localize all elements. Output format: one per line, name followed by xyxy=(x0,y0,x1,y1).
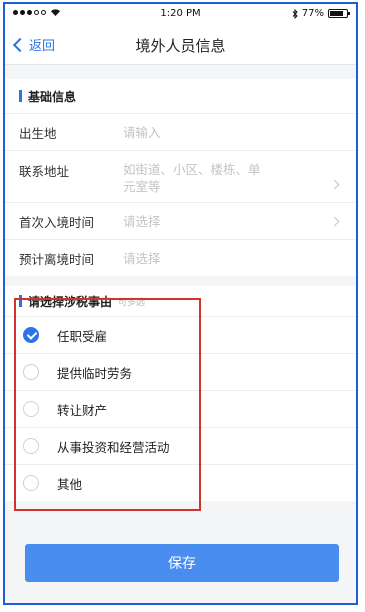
basic-info-title: 基础信息 xyxy=(28,89,77,104)
chevron-right-icon xyxy=(329,179,340,190)
address-input[interactable]: 如街道、小区、楼栋、单 元室等 xyxy=(123,161,261,195)
bluetooth-icon xyxy=(292,8,298,19)
chevron-right-icon xyxy=(329,216,340,226)
address-placeholder-line1: 如街道、小区、楼栋、单 xyxy=(123,162,261,177)
departure-select[interactable]: 请选择 xyxy=(123,250,161,267)
section-gap xyxy=(5,65,356,79)
tax-reason-hint: 可多选 xyxy=(118,297,146,308)
section-marker-icon xyxy=(19,295,22,307)
birthplace-label: 出生地 xyxy=(19,125,57,141)
option-label: 任职受雇 xyxy=(57,328,108,344)
departure-label: 预计离境时间 xyxy=(19,251,95,267)
basic-info-section: 基础信息 出生地 请输入 联系地址 如街道、小区、楼栋、单 元室等 首次入境时间… xyxy=(5,79,356,276)
address-label: 联系地址 xyxy=(19,164,70,179)
section-gap xyxy=(5,276,356,286)
unchecked-circle-icon[interactable] xyxy=(23,438,39,454)
unchecked-circle-icon[interactable] xyxy=(23,475,39,491)
battery-indicator: 77% xyxy=(292,8,350,19)
section-marker-icon xyxy=(19,90,22,102)
option-label: 其他 xyxy=(57,476,83,492)
first-entry-select[interactable]: 请选择 xyxy=(123,213,161,230)
battery-percent: 77% xyxy=(301,8,324,19)
address-row[interactable]: 联系地址 如街道、小区、楼栋、单 元室等 xyxy=(5,150,356,202)
option-other[interactable]: 其他 xyxy=(5,464,356,501)
birthplace-row[interactable]: 出生地 请输入 xyxy=(5,113,356,150)
option-employment[interactable]: 任职受雇 xyxy=(5,316,356,353)
birthplace-input[interactable]: 请输入 xyxy=(123,124,161,141)
save-button[interactable]: 保存 xyxy=(25,544,339,582)
option-property-transfer[interactable]: 转让财产 xyxy=(5,390,356,427)
tax-reason-title: 请选择涉税事由 xyxy=(28,294,113,309)
page-title: 境外人员信息 xyxy=(135,37,226,55)
battery-icon xyxy=(328,9,350,18)
status-bar: 1:20 PM 77% xyxy=(5,4,356,24)
unchecked-circle-icon[interactable] xyxy=(23,401,39,417)
tax-reason-header: 请选择涉税事由 可多选 xyxy=(5,286,356,316)
first-entry-row[interactable]: 首次入境时间 请选择 xyxy=(5,202,356,239)
option-temporary-labor[interactable]: 提供临时劳务 xyxy=(5,353,356,390)
option-label: 提供临时劳务 xyxy=(57,365,133,381)
checked-circle-icon[interactable] xyxy=(23,327,39,343)
nav-bar: 返回 境外人员信息 xyxy=(5,24,356,65)
option-label: 从事投资和经营活动 xyxy=(57,439,170,455)
option-label: 转让财产 xyxy=(57,402,108,418)
phone-frame: 1:20 PM 77% 返回 境外人员信息 基础信息 出生地 请输入 联系地址 xyxy=(3,2,358,605)
option-investment-business[interactable]: 从事投资和经营活动 xyxy=(5,427,356,464)
tax-reason-section: 请选择涉税事由 可多选 任职受雇 提供临时劳务 转让财产 从事投资和经营活动 其… xyxy=(5,286,356,501)
basic-info-header: 基础信息 xyxy=(5,79,356,113)
first-entry-label: 首次入境时间 xyxy=(19,214,95,230)
unchecked-circle-icon[interactable] xyxy=(23,364,39,380)
departure-row[interactable]: 预计离境时间 请选择 xyxy=(5,239,356,276)
address-placeholder-line2: 元室等 xyxy=(123,179,161,194)
